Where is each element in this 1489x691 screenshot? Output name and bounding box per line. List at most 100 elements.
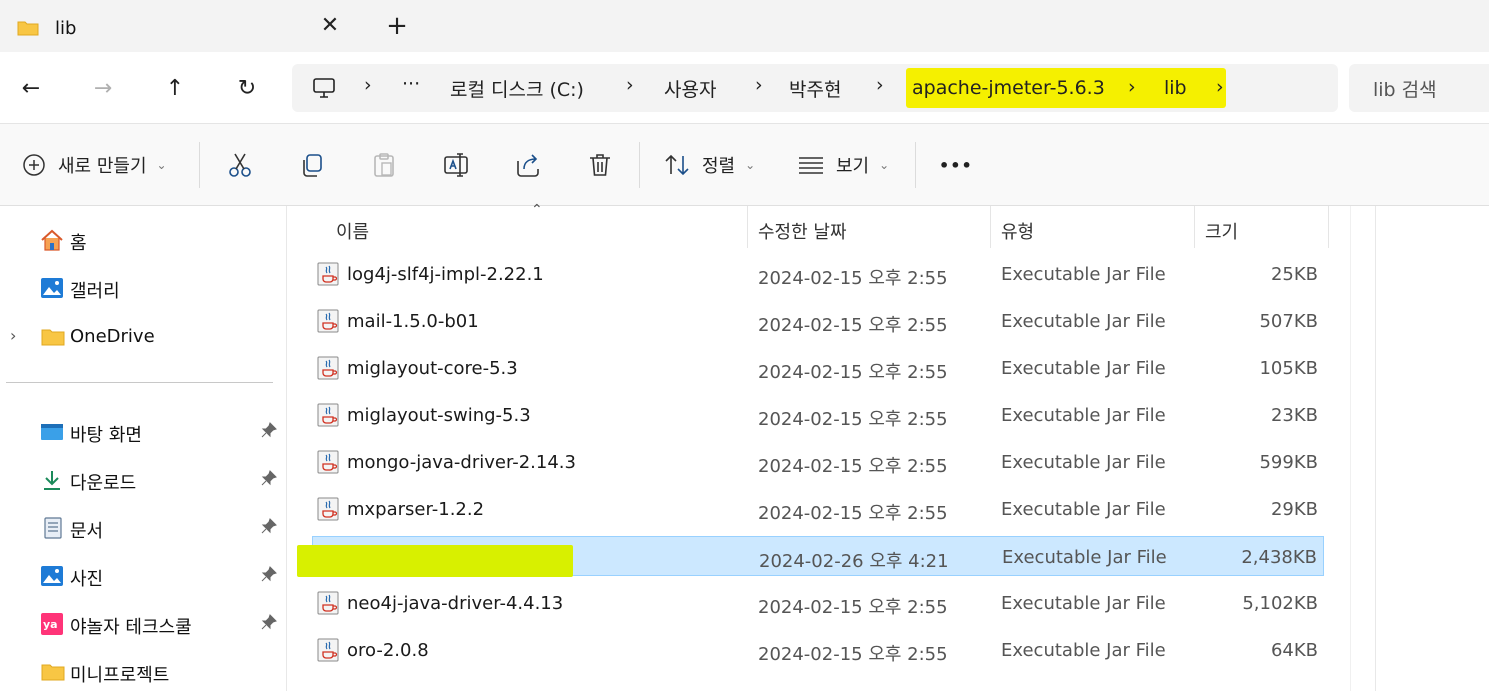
column-divider[interactable]: [1194, 206, 1195, 248]
breadcrumb-user-folder[interactable]: 박주현: [789, 75, 841, 102]
view-icon: [799, 157, 823, 174]
chevron-down-icon: ⌄: [745, 158, 756, 172]
file-type: Executable Jar File: [1001, 358, 1166, 379]
new-tab-icon[interactable]: +: [385, 13, 409, 39]
cut-icon[interactable]: [226, 151, 254, 179]
file-row[interactable]: mongo-java-driver-2.14.3 2024-02-15 오후 2:…: [312, 442, 1324, 482]
pin-icon[interactable]: [261, 470, 277, 490]
sidebar-item-home[interactable]: 홈: [0, 224, 287, 256]
breadcrumb-jmeter[interactable]: apache-jmeter-5.6.3: [912, 77, 1105, 99]
sort-button[interactable]: 정렬 ⌄: [664, 151, 755, 179]
file-type: Executable Jar File: [1001, 405, 1166, 426]
sidebar-item-pictures[interactable]: 사진: [0, 560, 287, 592]
back-icon[interactable]: ←: [17, 74, 45, 102]
file-type: Executable Jar File: [1001, 452, 1166, 473]
folder-icon: [41, 664, 65, 681]
column-size[interactable]: 크기: [1205, 218, 1238, 244]
sidebar-item-label: 다운로드: [70, 473, 137, 494]
rename-icon[interactable]: [442, 151, 470, 179]
view-button[interactable]: 보기 ⌄: [798, 151, 889, 179]
forward-icon[interactable]: →: [89, 74, 117, 102]
share-icon[interactable]: [514, 151, 542, 179]
file-type: Executable Jar File: [1001, 499, 1166, 520]
column-divider[interactable]: [747, 206, 748, 248]
column-name[interactable]: 이름: [336, 218, 369, 244]
sidebar-item-yanolja[interactable]: ya 야놀자 테크스쿨: [0, 608, 287, 640]
column-type[interactable]: 유형: [1001, 218, 1034, 244]
sidebar-item-label: 사진: [70, 569, 104, 590]
sidebar-item-label: OneDrive: [70, 326, 155, 347]
sort-ascending-icon: ⌃: [531, 202, 543, 218]
file-row[interactable]: mail-1.5.0-b01 2024-02-15 오후 2:55 Executab…: [312, 301, 1324, 341]
paste-icon[interactable]: [370, 151, 398, 179]
folder-icon: [17, 21, 39, 36]
chevron-down-icon: ⌄: [156, 158, 167, 172]
file-row[interactable]: oro-2.0.8 2024-02-15 오후 2:55 Executable Ja…: [312, 630, 1324, 670]
file-date: 2024-02-15 오후 2:55: [758, 456, 948, 477]
sidebar-item-desktop[interactable]: 바탕 화면: [0, 416, 287, 448]
sidebar-item-mini-project[interactable]: 미니프로젝트: [0, 656, 287, 688]
address-bar[interactable]: › ··· 로컬 디스크 (C:) › 사용자 › 박주현 › apache-j…: [292, 64, 1338, 112]
sidebar-item-downloads[interactable]: 다운로드: [0, 464, 287, 496]
sidebar-item-documents[interactable]: 문서: [0, 512, 287, 544]
column-divider[interactable]: [1328, 206, 1329, 248]
tab-title: lib: [55, 18, 77, 39]
scrollbar-track[interactable]: [1350, 206, 1376, 691]
sidebar-item-gallery[interactable]: 갤러리: [0, 272, 287, 304]
toolbar-divider: [199, 142, 200, 188]
pin-icon[interactable]: [261, 422, 277, 442]
file-name: mongo-java-driver-2.14.3: [347, 452, 576, 473]
file-name: miglayout-core-5.3: [347, 358, 518, 379]
more-options-icon[interactable]: •••: [939, 151, 973, 179]
svg-text:ya: ya: [43, 618, 58, 631]
breadcrumb-separator: ›: [1216, 76, 1224, 98]
download-icon: [44, 471, 60, 490]
breadcrumb-separator: ›: [1128, 76, 1136, 98]
breadcrumb-lib[interactable]: lib: [1164, 77, 1187, 99]
file-date: 2024-02-15 오후 2:55: [758, 503, 948, 524]
search-box[interactable]: lib 검색: [1349, 64, 1489, 112]
jar-file-icon: [317, 450, 339, 474]
breadcrumb-ellipsis[interactable]: ···: [402, 73, 420, 95]
file-size: 25KB: [1270, 264, 1318, 285]
file-row[interactable]: neo4j-java-driver-4.4.13 2024-02-15 오후 2:…: [312, 583, 1324, 623]
sidebar-item-onedrive[interactable]: › OneDrive: [0, 321, 287, 353]
column-date[interactable]: 수정한 날짜: [758, 218, 847, 244]
chevron-right-icon[interactable]: ›: [10, 326, 16, 345]
breadcrumb-separator: ›: [626, 74, 634, 96]
file-row[interactable]: miglayout-swing-5.3 2024-02-15 오후 2:55 Exe…: [312, 395, 1324, 435]
tab-strip: lib ✕ +: [0, 0, 1489, 52]
new-button[interactable]: 새로 만들기 ⌄: [22, 151, 167, 179]
close-icon[interactable]: ✕: [319, 15, 341, 37]
pin-icon[interactable]: [261, 614, 277, 634]
pin-icon[interactable]: [261, 566, 277, 586]
sidebar-item-label: 홈: [70, 233, 87, 254]
file-row[interactable]: miglayout-core-5.3 2024-02-15 오후 2:55 Exec…: [312, 348, 1324, 388]
tab-lib[interactable]: lib ✕: [0, 0, 362, 52]
file-size: 5,102KB: [1242, 593, 1318, 614]
file-row[interactable]: mxparser-1.2.2 2024-02-15 오후 2:55 Executab…: [312, 489, 1324, 529]
file-name: mxparser-1.2.2: [347, 499, 485, 520]
sidebar-divider: [6, 382, 273, 383]
breadcrumb-local-disk[interactable]: 로컬 디스크 (C:): [450, 75, 584, 102]
file-name: mail-1.5.0-b01: [347, 311, 479, 332]
file-row[interactable]: log4j-slf4j-impl-2.22.1 2024-02-15 오후 2:5…: [312, 254, 1324, 294]
column-divider[interactable]: [990, 206, 991, 248]
copy-icon[interactable]: [298, 151, 326, 179]
jar-file-icon: [317, 497, 339, 521]
up-icon[interactable]: ↑: [161, 74, 189, 102]
jar-file-icon: [317, 356, 339, 380]
refresh-icon[interactable]: ↻: [233, 74, 261, 102]
column-header-row: ⌃ 이름 수정한 날짜 유형 크기: [288, 202, 1329, 248]
sidebar-item-label: 바탕 화면: [70, 425, 142, 446]
jar-file-icon: [317, 638, 339, 662]
computer-icon: [313, 78, 335, 98]
file-date: 2024-02-15 오후 2:55: [758, 315, 948, 336]
pin-icon[interactable]: [261, 518, 277, 538]
toolbar-divider: [639, 142, 640, 188]
file-type: Executable Jar File: [1002, 547, 1167, 568]
file-type: Executable Jar File: [1001, 264, 1166, 285]
sidebar-item-label: 미니프로젝트: [70, 665, 170, 686]
breadcrumb-users[interactable]: 사용자: [664, 75, 716, 102]
delete-icon[interactable]: [586, 151, 614, 179]
